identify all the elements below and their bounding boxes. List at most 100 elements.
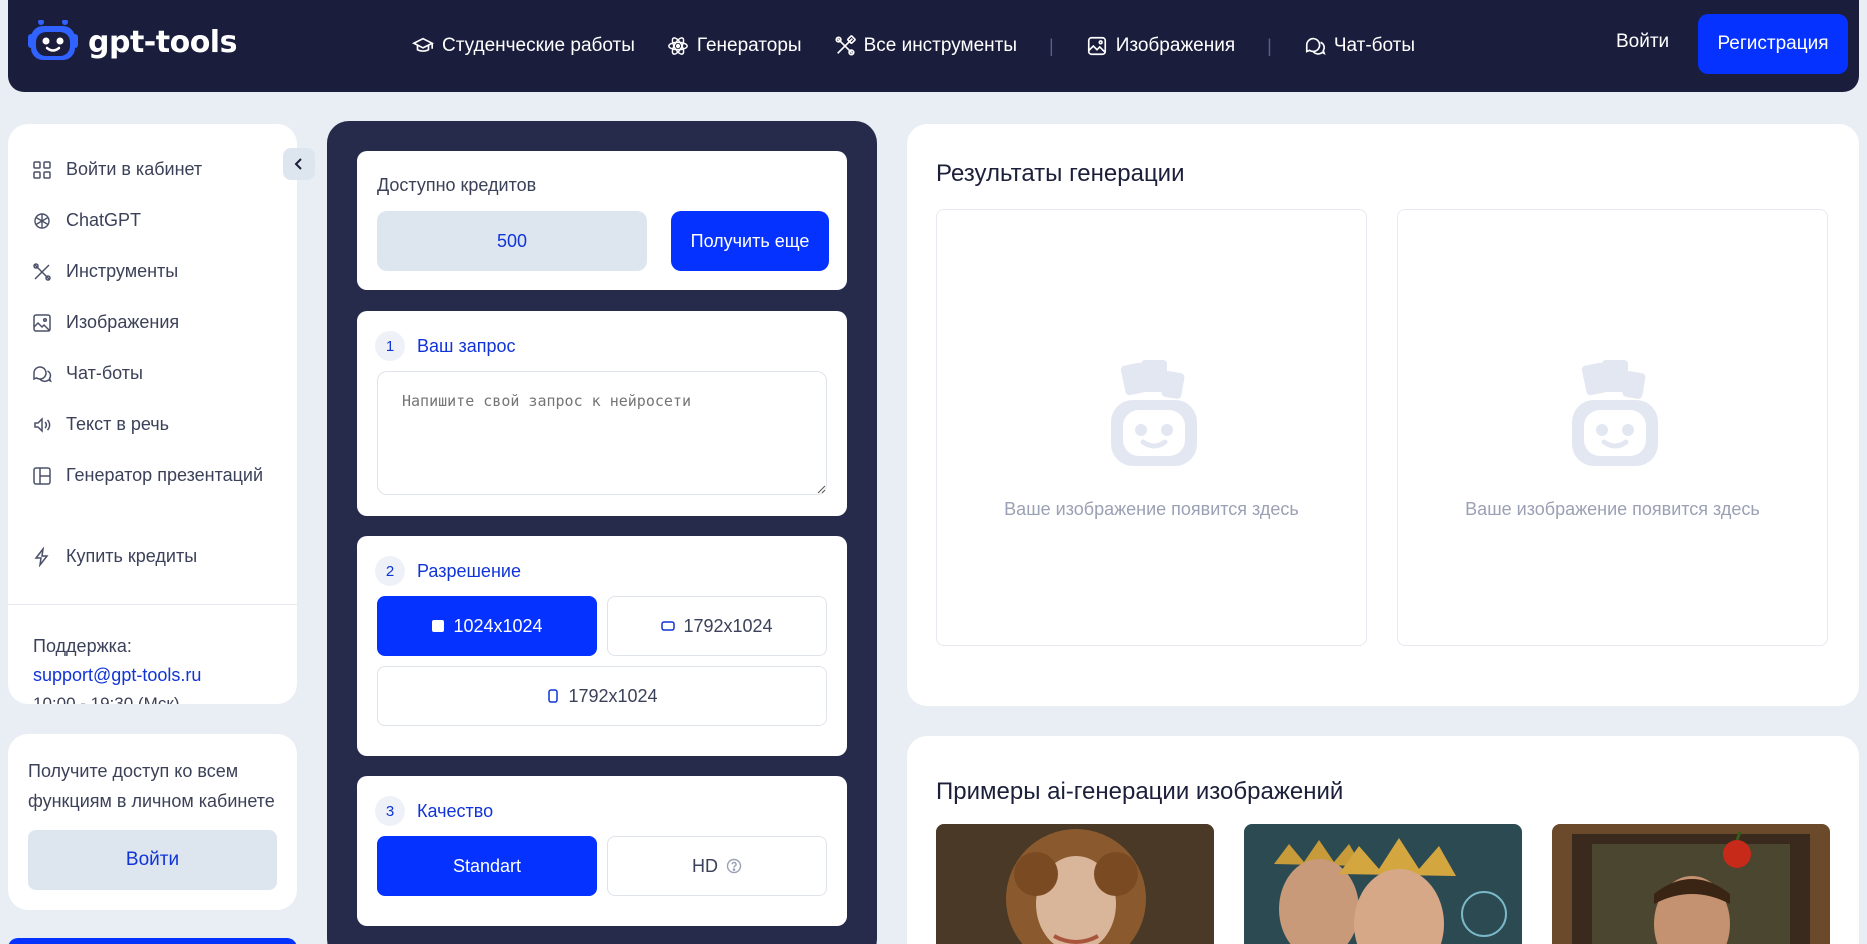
sidebar-item-label: Войти в кабинет xyxy=(66,159,203,179)
image-icon xyxy=(1087,36,1106,56)
tools-icon xyxy=(33,262,51,281)
register-button[interactable]: Регистрация xyxy=(1698,14,1848,74)
resolution-option-landscape[interactable]: 1792x1024 xyxy=(607,596,827,656)
sidebar-item-chatgpt[interactable]: ChatGPT xyxy=(32,210,141,231)
resolution-card: 2 Разрешение 1024x1024 1792x1024 1792x10… xyxy=(357,536,847,756)
chat-icon xyxy=(1305,37,1326,55)
sidebar-divider xyxy=(8,604,297,605)
atom-icon xyxy=(668,37,688,55)
main-nav: Студенческие работы Генераторы Все инстр… xyxy=(412,0,1447,92)
quality-label: HD xyxy=(692,855,718,876)
sidebar-bottom-button[interactable] xyxy=(8,938,297,944)
quality-option-hd[interactable]: HD xyxy=(607,836,827,896)
robot-logo-icon xyxy=(28,20,78,60)
query-step-header: 1 Ваш запрос xyxy=(375,331,516,361)
robot-placeholder-icon xyxy=(1572,360,1658,466)
square-icon xyxy=(432,620,445,632)
step-number: 1 xyxy=(375,331,405,361)
sidebar-item-buy-credits[interactable]: Купить кредиты xyxy=(32,546,197,567)
login-link[interactable]: Войти xyxy=(1616,31,1669,53)
nav-item-student-works[interactable]: Студенческие работы xyxy=(412,35,635,57)
brand-name: gpt-tools xyxy=(88,24,237,60)
speaker-icon xyxy=(34,416,51,433)
result-slot: Ваше изображение появится здесь xyxy=(936,209,1367,646)
landscape-icon xyxy=(661,621,676,631)
result-slot: Ваше изображение появится здесь xyxy=(1397,209,1828,646)
get-more-credits-button[interactable]: Получить еще xyxy=(671,211,829,271)
nav-label: Студенческие работы xyxy=(442,35,635,56)
quality-option-standart[interactable]: Standart xyxy=(377,836,597,896)
example-image-man-apple[interactable] xyxy=(1552,824,1830,944)
lightning-icon xyxy=(34,546,49,567)
robot-placeholder-icon xyxy=(1111,360,1197,466)
nav-label: Чат-боты xyxy=(1333,35,1416,56)
nav-item-images[interactable]: Изображения xyxy=(1086,35,1235,57)
example-image-graphic xyxy=(1552,824,1830,944)
result-placeholder-text: Ваше изображение появится здесь xyxy=(1004,499,1299,519)
top-header: gpt-tools Студенческие работы Генераторы… xyxy=(8,0,1859,92)
example-image-graphic xyxy=(936,824,1214,944)
sidebar-item-images[interactable]: Изображения xyxy=(32,312,179,333)
step-title: Ваш запрос xyxy=(417,335,516,356)
step-title: Качество xyxy=(417,800,494,821)
step-title: Разрешение xyxy=(417,560,521,581)
generation-form-panel: Доступно кредитов 500 Получить еще 1 Ваш… xyxy=(327,121,877,944)
brand-logo[interactable]: gpt-tools xyxy=(28,20,237,64)
nav-separator: | xyxy=(1267,35,1272,56)
presentation-icon xyxy=(33,466,51,485)
sidebar-item-label: Инструменты xyxy=(66,261,179,281)
resolution-option-square[interactable]: 1024x1024 xyxy=(377,596,597,656)
chat-icon xyxy=(33,365,52,383)
sidebar-collapse-button[interactable] xyxy=(283,148,315,180)
graduation-cap-icon xyxy=(412,37,434,52)
nav-label: Генераторы xyxy=(696,35,802,56)
credits-value: 500 xyxy=(377,211,647,271)
resolution-label: 1792x1024 xyxy=(683,615,773,636)
resolution-step-header: 2 Разрешение xyxy=(375,556,521,586)
query-card: 1 Ваш запрос xyxy=(357,311,847,516)
prompt-input[interactable] xyxy=(377,371,827,495)
support-label: Поддержка: xyxy=(33,636,132,656)
tools-icon xyxy=(835,35,856,56)
sidebar-item-label: Чат-боты xyxy=(66,363,143,383)
nav-separator: | xyxy=(1049,35,1054,56)
example-image-renaissance-woman[interactable] xyxy=(936,824,1214,944)
sidebar-item-tts[interactable]: Текст в речь xyxy=(32,414,169,435)
promo-login-button[interactable]: Войти xyxy=(28,830,277,890)
promo-card: Получите доступ ко всем функциям в лично… xyxy=(8,734,297,910)
example-image-graphic xyxy=(1244,824,1522,944)
result-placeholder-text: Ваше изображение появится здесь xyxy=(1465,499,1760,519)
nav-item-chatbots[interactable]: Чат-боты xyxy=(1304,35,1415,57)
support-hours: 10:00 - 19:30 (Мск) xyxy=(33,694,180,704)
nav-label: Изображения xyxy=(1115,35,1236,56)
image-icon xyxy=(33,313,51,332)
quality-label: Standart xyxy=(452,855,522,876)
sidebar-item-chatbots[interactable]: Чат-боты xyxy=(32,363,143,384)
nav-item-all-tools[interactable]: Все инструменты xyxy=(834,35,1017,57)
quality-card: 3 Качество Standart HD xyxy=(357,776,847,926)
results-title: Результаты генерации xyxy=(936,160,1185,187)
resize-handle-icon[interactable] xyxy=(816,484,826,494)
sidebar-item-tools[interactable]: Инструменты xyxy=(32,261,178,282)
results-panel: Результаты генерации Ваше изображение по… xyxy=(907,124,1859,706)
resolution-label: 1024x1024 xyxy=(453,615,543,636)
resolution-option-portrait[interactable]: 1792x1024 xyxy=(377,666,827,726)
sidebar-item-cabinet[interactable]: Войти в кабинет xyxy=(32,159,202,180)
sidebar-item-presentations[interactable]: Генератор презентаций xyxy=(32,465,263,486)
examples-title: Примеры ai-генерации изображений xyxy=(936,778,1344,805)
nav-item-generators[interactable]: Генераторы xyxy=(667,35,802,57)
sidebar-item-label: Изображения xyxy=(66,312,180,332)
support-email-link[interactable]: support@gpt-tools.ru xyxy=(33,665,201,686)
sidebar-item-label: Купить кредиты xyxy=(66,546,198,566)
help-icon[interactable] xyxy=(726,858,742,874)
sidebar: Войти в кабинет ChatGPT Инструменты Изоб… xyxy=(8,124,297,704)
grid-icon xyxy=(33,160,51,179)
step-number: 2 xyxy=(375,556,405,586)
example-image-kings[interactable] xyxy=(1244,824,1522,944)
sidebar-item-label: Текст в речь xyxy=(66,414,170,434)
openai-icon xyxy=(34,212,50,229)
step-number: 3 xyxy=(375,796,405,826)
credits-label: Доступно кредитов xyxy=(377,175,537,195)
resolution-label: 1792x1024 xyxy=(568,685,658,706)
chevron-left-icon xyxy=(294,158,302,170)
